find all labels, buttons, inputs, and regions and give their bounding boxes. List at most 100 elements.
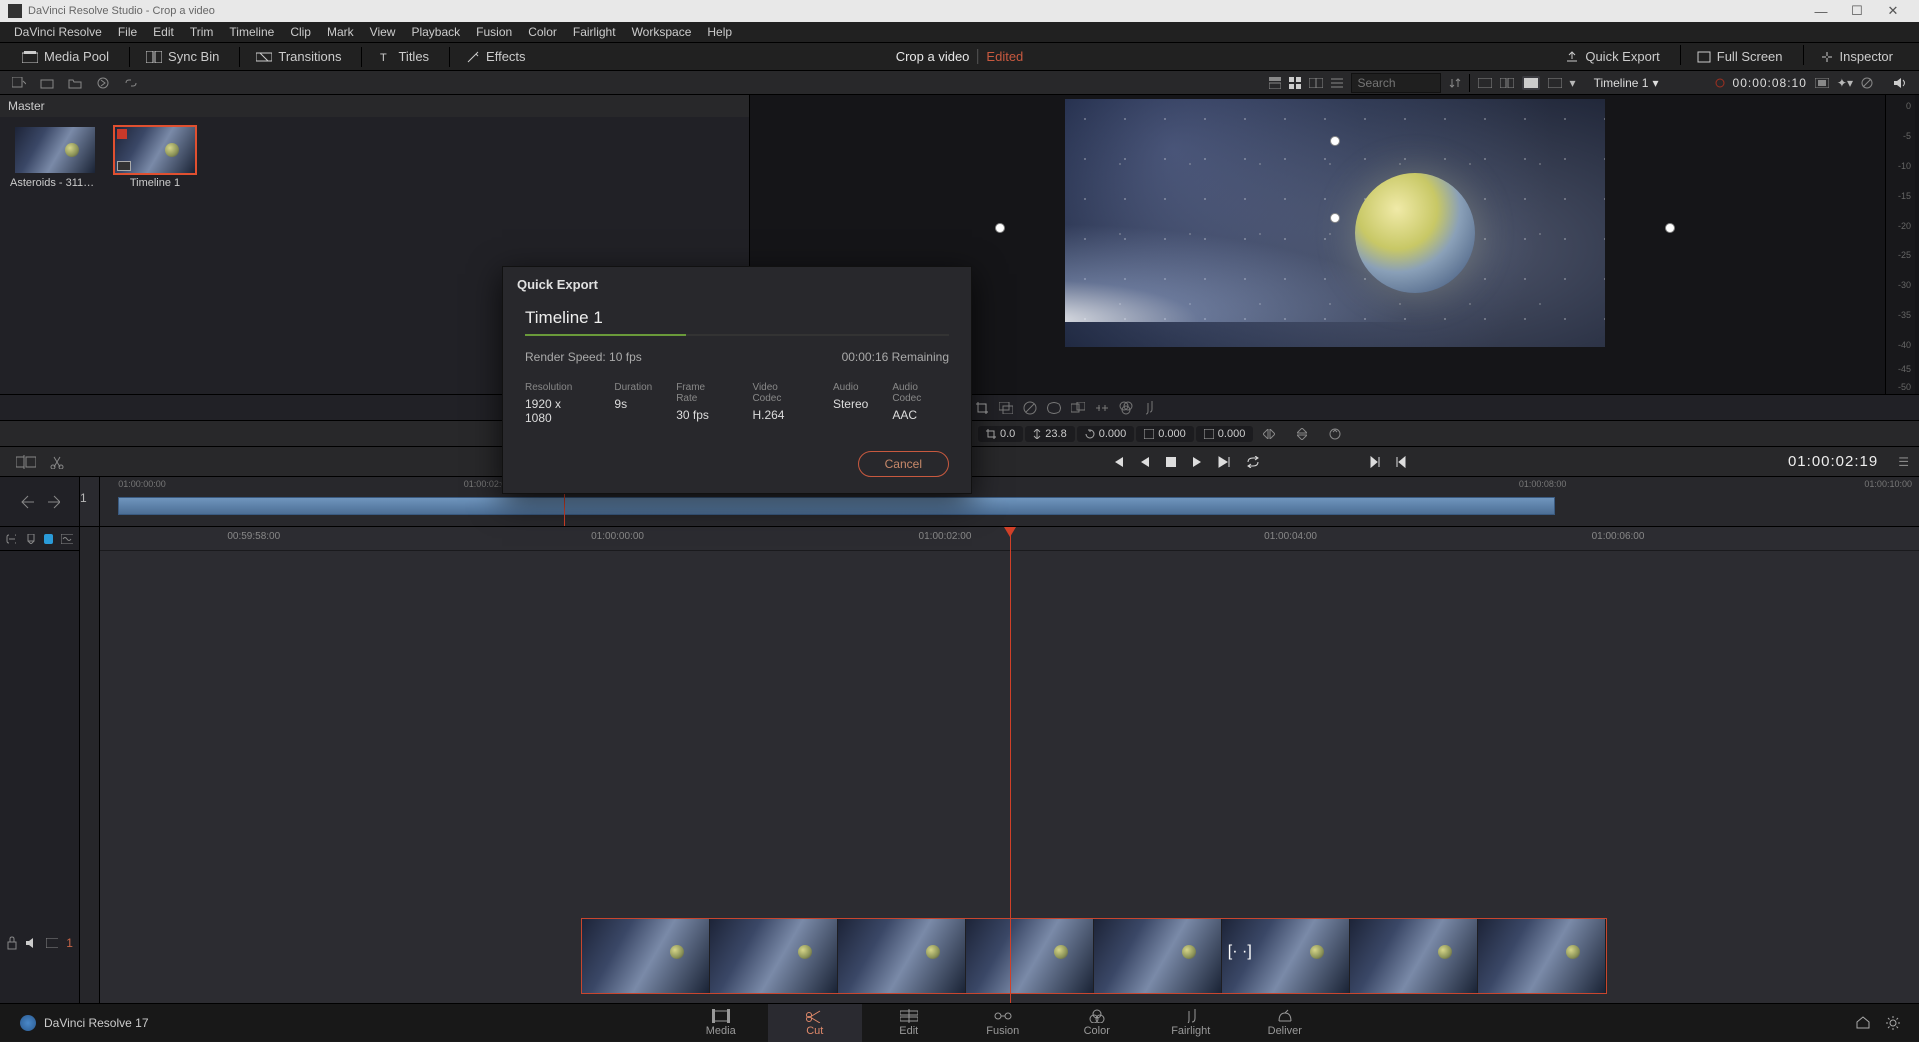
quick-export-button[interactable]: Quick Export: [1555, 45, 1669, 68]
mute-icon[interactable]: [25, 937, 38, 949]
safe-area-button[interactable]: [1548, 78, 1562, 88]
play-reverse-button[interactable]: [1139, 455, 1151, 469]
menu-item[interactable]: File: [110, 25, 145, 39]
viewer-tools-button[interactable]: ✦▾: [1837, 76, 1853, 90]
inspector-button[interactable]: Inspector: [1810, 45, 1903, 68]
timeline-playhead[interactable]: [1010, 527, 1011, 1003]
menu-item[interactable]: DaVinci Resolve: [6, 25, 110, 39]
jump-last-button[interactable]: [1217, 455, 1231, 469]
dynamic-zoom-icon[interactable]: [994, 399, 1018, 417]
full-screen-button[interactable]: Full Screen: [1687, 45, 1793, 68]
sync-bin-button[interactable]: Sync Bin: [136, 45, 229, 68]
composite-icon[interactable]: [1066, 399, 1090, 417]
prev-edit-button[interactable]: [1395, 455, 1407, 469]
strip-view-button[interactable]: [1309, 78, 1323, 88]
loop-button[interactable]: [1245, 456, 1261, 468]
page-fusion[interactable]: Fusion: [956, 1004, 1050, 1042]
timeline-clip[interactable]: [582, 919, 1606, 993]
rotation-value[interactable]: 0.000: [1077, 426, 1135, 442]
track-display-icon[interactable]: [46, 938, 59, 948]
overview-track-area[interactable]: 01:00:00:00 01:00:02:00 01:00:08:00 01:0…: [100, 477, 1919, 526]
thumbnail-view-button[interactable]: [1289, 77, 1301, 89]
page-media[interactable]: Media: [674, 1004, 768, 1042]
import-media-button[interactable]: [38, 74, 56, 92]
menu-item[interactable]: Edit: [145, 25, 182, 39]
position-value[interactable]: 0.000: [1196, 426, 1254, 442]
transform-handle[interactable]: [1330, 136, 1340, 146]
menu-item[interactable]: Playback: [403, 25, 468, 39]
stop-button[interactable]: [1165, 456, 1177, 468]
menu-item[interactable]: View: [362, 25, 404, 39]
crop-value[interactable]: 0.0: [978, 426, 1023, 442]
flip-h-button[interactable]: [1255, 427, 1287, 441]
track-number[interactable]: 1: [80, 491, 99, 526]
link-button[interactable]: [122, 74, 140, 92]
timeline-dropdown[interactable]: Timeline 1 ▾: [1594, 76, 1659, 90]
sync-button[interactable]: [94, 74, 112, 92]
page-color[interactable]: Color: [1050, 1004, 1144, 1042]
effects-button[interactable]: Effects: [456, 45, 536, 68]
search-input[interactable]: [1351, 73, 1441, 93]
lens-correction-icon[interactable]: [1042, 399, 1066, 417]
metadata-view-button[interactable]: [1269, 77, 1281, 89]
color-icon[interactable]: [1114, 399, 1138, 417]
dual-viewer-button[interactable]: [1500, 78, 1514, 88]
menu-item[interactable]: Trim: [182, 25, 222, 39]
timeline-options-button[interactable]: ☰: [1898, 455, 1909, 469]
timeline-track-area[interactable]: 00:59:58:00 01:00:00:00 01:00:02:00 01:0…: [100, 527, 1919, 1003]
flip-v-button[interactable]: [1289, 426, 1319, 442]
clip-item[interactable]: Asteroids - 31105...: [10, 127, 100, 189]
play-button[interactable]: [1191, 455, 1203, 469]
page-cut[interactable]: Cut: [768, 1004, 862, 1042]
bypass-button[interactable]: [1861, 77, 1873, 89]
reset-button[interactable]: [1321, 426, 1353, 442]
speaker-icon[interactable]: [1893, 76, 1909, 90]
menu-item[interactable]: Mark: [319, 25, 362, 39]
page-deliver[interactable]: Deliver: [1238, 1004, 1332, 1042]
page-fairlight[interactable]: Fairlight: [1144, 1004, 1238, 1042]
chevron-down-icon[interactable]: ▾: [1570, 76, 1576, 90]
audio-tool-icon[interactable]: [1138, 399, 1162, 417]
crop-tool-icon[interactable]: [970, 399, 994, 417]
video-track-enable[interactable]: [44, 534, 53, 544]
menu-item[interactable]: Fusion: [468, 25, 520, 39]
menu-item[interactable]: Clip: [282, 25, 319, 39]
menu-item[interactable]: Color: [520, 25, 565, 39]
master-bin-label[interactable]: Master: [0, 95, 749, 117]
titles-button[interactable]: TTitles: [368, 45, 439, 68]
lock-icon[interactable]: [6, 936, 17, 950]
home-button[interactable]: [1855, 1015, 1871, 1031]
menu-item[interactable]: Workspace: [624, 25, 700, 39]
transform-handle[interactable]: [1665, 223, 1675, 233]
position-x-value[interactable]: 0.000: [1136, 426, 1194, 442]
timeline-in-icon[interactable]: [20, 494, 34, 510]
position-y-value[interactable]: 23.8: [1025, 426, 1074, 442]
bin-list-dropdown[interactable]: [10, 74, 28, 92]
viewer-clip-button[interactable]: [1815, 78, 1829, 88]
track-number[interactable]: 1: [66, 936, 73, 950]
menu-item[interactable]: Help: [699, 25, 740, 39]
timeline-out-icon[interactable]: [46, 494, 60, 510]
menu-item[interactable]: Timeline: [221, 25, 282, 39]
snap-icon[interactable]: [6, 533, 16, 545]
stabilize-icon[interactable]: [1018, 399, 1042, 417]
settings-button[interactable]: [1885, 1015, 1901, 1031]
list-view-button[interactable]: [1331, 78, 1343, 88]
clip-item[interactable]: Timeline 1: [110, 127, 200, 189]
media-pool-button[interactable]: Media Pool: [12, 45, 119, 68]
sort-button[interactable]: [1449, 77, 1461, 89]
transitions-button[interactable]: Transitions: [246, 45, 351, 68]
menu-item[interactable]: Fairlight: [565, 25, 624, 39]
transform-handle[interactable]: [1330, 213, 1340, 223]
speed-icon[interactable]: [1090, 399, 1114, 417]
import-folder-button[interactable]: [66, 74, 84, 92]
boring-detector-button[interactable]: [16, 455, 36, 469]
minimize-button[interactable]: —: [1803, 4, 1839, 19]
record-timecode[interactable]: 01:00:02:19: [1788, 453, 1878, 470]
viewer-video[interactable]: [1065, 99, 1605, 347]
split-button[interactable]: [50, 455, 64, 469]
viewer-timecode[interactable]: 00:00:08:10: [1733, 76, 1807, 90]
jump-first-button[interactable]: [1111, 455, 1125, 469]
audio-trim-view-button[interactable]: [1522, 76, 1540, 90]
audio-track-icon[interactable]: [61, 534, 73, 544]
